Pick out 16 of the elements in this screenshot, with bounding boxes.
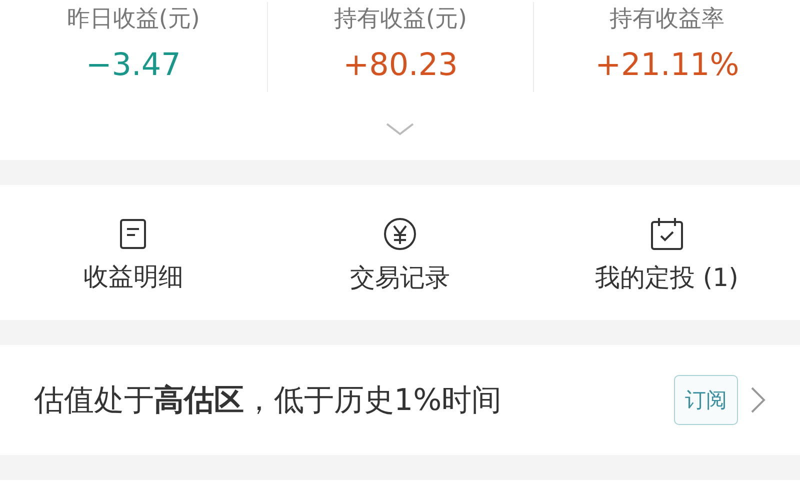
chevron-right-icon[interactable] [750,386,766,414]
stat-value: +21.11% [595,46,740,84]
stat-value: +80.23 [343,46,458,84]
stat-label: 昨日收益(元) [66,5,200,34]
calendar-icon [650,217,684,251]
chevron-down-icon[interactable] [385,122,415,136]
yen-icon [382,217,417,251]
subscribe-button[interactable]: 订阅 [674,375,738,425]
stat-value: −3.47 [86,46,181,84]
stat-label: 持有收益(元) [334,5,467,34]
action-link[interactable]: 交易记录 [350,261,450,294]
document-icon [119,218,148,250]
stat-label: 持有收益率 [610,5,725,34]
action-link[interactable]: 我的定投 (1) [594,261,738,294]
valuation-text: 估值处于高估区，低于历史1%时间 [34,382,503,420]
action-link[interactable]: 收益明细 [83,260,184,293]
